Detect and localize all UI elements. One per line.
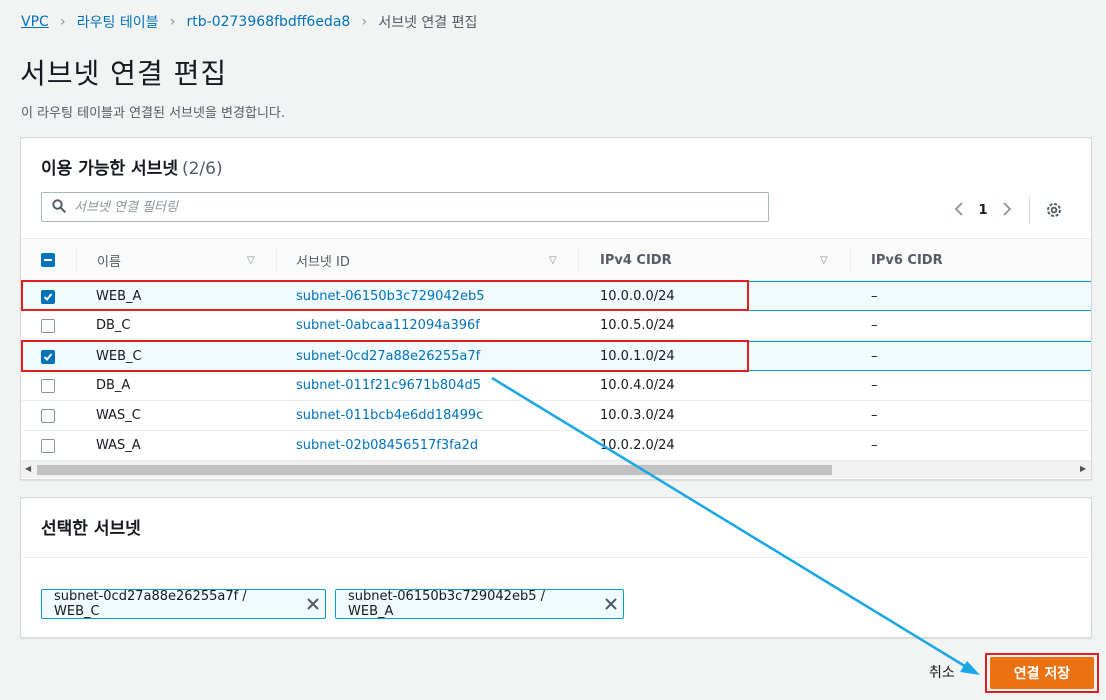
gear-icon[interactable] [1044, 200, 1064, 220]
available-subnets-heading: 이용 가능한 서브넷 [41, 159, 178, 179]
current-page-number[interactable]: 1 [971, 203, 995, 218]
row-select-cell [41, 401, 55, 430]
cell-ipv6-cidr: – [871, 408, 878, 423]
row-select-cell [41, 431, 55, 460]
cell-name: WAS_A [96, 438, 141, 453]
previous-page-icon[interactable] [947, 201, 971, 220]
next-page-icon[interactable] [995, 201, 1019, 220]
pager-divider [1029, 196, 1030, 224]
table-row[interactable]: DB_C subnet-0abcaa112094a396f 10.0.5.0/24 – [21, 311, 1091, 341]
cell-ipv4-cidr: 10.0.4.0/24 [600, 378, 675, 393]
annotation-highlight-web-a [21, 280, 749, 311]
annotation-highlight-web-c [21, 340, 749, 372]
sort-caret-icon[interactable]: ▽ [247, 255, 255, 266]
scroll-left-icon[interactable]: ◀ [25, 464, 31, 473]
column-header-ipv6-cidr[interactable]: IPv6 CIDR [871, 239, 1071, 281]
chevron-right-icon: › [59, 14, 66, 30]
subnet-filter-input[interactable] [74, 199, 674, 215]
cell-ipv6-cidr: – [871, 438, 878, 453]
cell-ipv4-cidr: 10.0.5.0/24 [600, 318, 675, 333]
page-description: 이 라우팅 테이블과 연결된 서브넷을 변경합니다. [21, 106, 285, 121]
pagination: 1 [947, 196, 1064, 224]
column-header-name-label: 이름 [97, 254, 121, 270]
column-header-subnet-id[interactable]: 서브넷 ID ▽ [296, 239, 578, 281]
scroll-right-icon[interactable]: ▶ [1080, 464, 1086, 473]
select-all-checkbox[interactable] [41, 253, 55, 267]
row-select-cell [41, 371, 55, 400]
selection-count: (2/6) [181, 159, 223, 179]
table-row[interactable]: DB_A subnet-011f21c9671b804d5 10.0.4.0/24 – [21, 371, 1091, 401]
horizontal-scrollbar[interactable]: ◀ ▶ [21, 460, 1091, 478]
cell-ipv6-cidr: – [871, 378, 878, 393]
column-header-name[interactable]: 이름 ▽ [97, 239, 277, 281]
row-checkbox[interactable] [41, 438, 55, 453]
selected-token-label: subnet-06150b3c729042eb5 / WEB_A [348, 589, 545, 619]
cell-name: WAS_C [96, 408, 141, 423]
column-divider [76, 249, 77, 271]
breadcrumb-route-tables-link[interactable]: 라우팅 테이블 [77, 12, 159, 32]
selected-token-web-a: subnet-06150b3c729042eb5 / WEB_A [335, 589, 624, 619]
available-subnets-title: 이용 가능한 서브넷 (2/6) [41, 154, 223, 179]
cell-ipv4-cidr: 10.0.2.0/24 [600, 438, 675, 453]
select-all-cell [41, 239, 55, 281]
subnet-filter-search[interactable] [41, 192, 769, 222]
cell-subnet-id-link[interactable]: subnet-011bcb4e6dd18499c [296, 401, 483, 430]
row-checkbox[interactable] [41, 378, 55, 393]
chevron-right-icon: › [169, 14, 176, 30]
column-divider [850, 249, 851, 271]
cell-name: DB_C [96, 318, 131, 333]
table-row[interactable]: WAS_A subnet-02b08456517f3fa2d 10.0.2.0/24… [21, 431, 1091, 461]
save-associations-button[interactable]: 연결 저장 [990, 657, 1094, 689]
chevron-right-icon: › [361, 14, 368, 30]
breadcrumb: VPC › 라우팅 테이블 › rtb-0273968fbdff6eda8 › … [21, 12, 477, 32]
scrollbar-thumb[interactable] [37, 465, 832, 475]
selected-subnets-title: 선택한 서브넷 [41, 519, 141, 539]
column-header-ipv6-label: IPv6 CIDR [871, 252, 943, 268]
search-icon [52, 198, 66, 217]
sort-caret-icon[interactable]: ▽ [549, 255, 557, 266]
column-divider [276, 249, 277, 271]
cell-name: DB_A [96, 378, 131, 393]
row-checkbox[interactable] [41, 318, 55, 333]
selected-token-web-c: subnet-0cd27a88e26255a7f / WEB_C [41, 589, 326, 619]
row-select-cell [41, 311, 55, 340]
table-header: 이름 ▽ 서브넷 ID ▽ IPv4 CIDR ▽ IPv6 CIDR [21, 238, 1091, 281]
close-icon[interactable] [301, 590, 325, 618]
cell-subnet-id-link[interactable]: subnet-02b08456517f3fa2d [296, 431, 478, 460]
cell-ipv6-cidr: – [871, 318, 878, 333]
close-icon[interactable] [599, 590, 623, 618]
cell-subnet-id-link[interactable]: subnet-011f21c9671b804d5 [296, 371, 481, 400]
breadcrumb-vpc-link[interactable]: VPC [21, 14, 49, 30]
column-header-ipv4-label: IPv4 CIDR [600, 252, 672, 268]
selected-subnets-panel: 선택한 서브넷 subnet-0cd27a88e26255a7f / WEB_C… [20, 497, 1092, 638]
cell-ipv4-cidr: 10.0.3.0/24 [600, 408, 675, 423]
cell-ipv6-cidr: – [871, 349, 878, 364]
column-divider [578, 249, 579, 271]
selected-token-label: subnet-0cd27a88e26255a7f / WEB_C [54, 589, 247, 619]
column-header-subnet-id-label: 서브넷 ID [296, 254, 350, 270]
panel-divider [21, 557, 1091, 558]
breadcrumb-current: 서브넷 연결 편집 [378, 15, 478, 31]
table-row[interactable]: WAS_C subnet-011bcb4e6dd18499c 10.0.3.0/24… [21, 401, 1091, 431]
sort-caret-icon[interactable]: ▽ [820, 255, 828, 266]
breadcrumb-route-table-id-link[interactable]: rtb-0273968fbdff6eda8 [187, 14, 351, 30]
cell-ipv6-cidr: – [871, 289, 878, 304]
page-title: 서브넷 연결 편집 [20, 57, 228, 90]
row-checkbox[interactable] [41, 408, 55, 423]
cell-subnet-id-link[interactable]: subnet-0abcaa112094a396f [296, 311, 480, 340]
column-header-ipv4-cidr[interactable]: IPv4 CIDR ▽ [600, 239, 850, 281]
cancel-button[interactable]: 취소 [929, 662, 955, 682]
